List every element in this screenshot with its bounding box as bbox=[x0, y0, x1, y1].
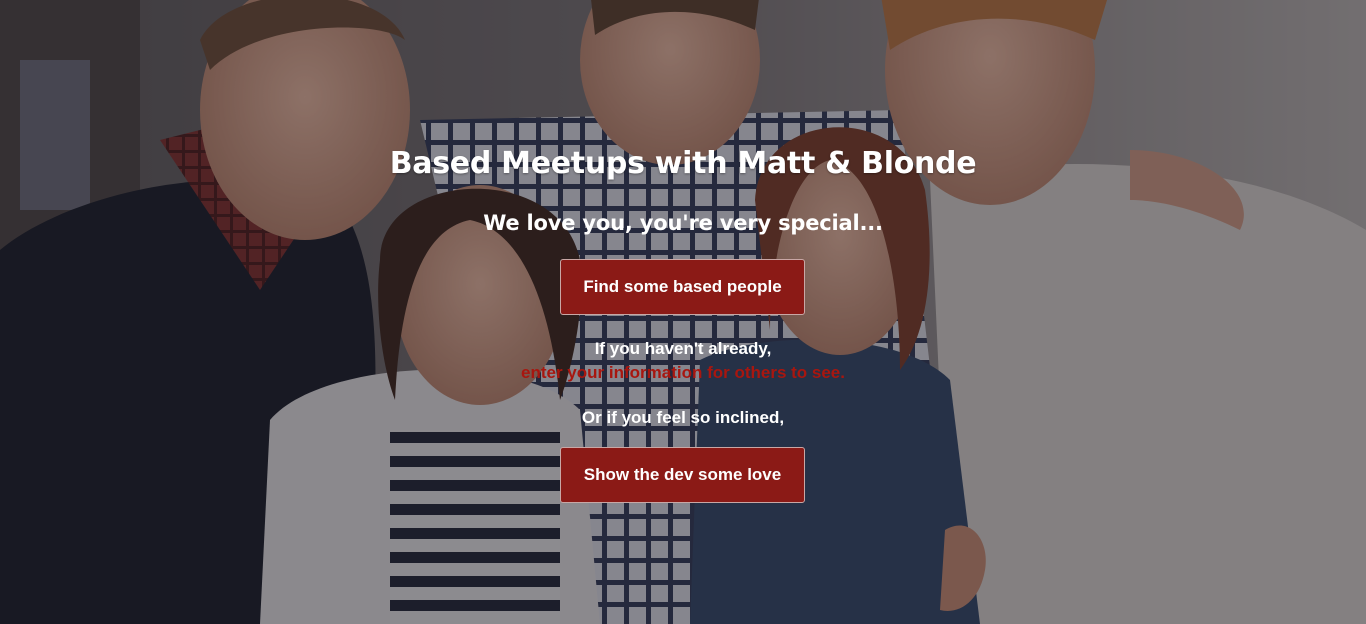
already-text: If you haven't already, bbox=[594, 339, 772, 358]
show-dev-love-button[interactable]: Show the dev some love bbox=[560, 447, 805, 503]
enter-information-link[interactable]: enter your information for others to see… bbox=[521, 363, 845, 382]
info-link-line: enter your information for others to see… bbox=[0, 363, 1366, 383]
inclined-text: Or if you feel so inclined, bbox=[581, 408, 785, 427]
hero-section: Based Meetups with Matt & Blonde We love… bbox=[0, 0, 1366, 624]
page-title: Based Meetups with Matt & Blonde bbox=[389, 146, 977, 181]
find-people-button[interactable]: Find some based people bbox=[560, 259, 805, 315]
hero-content: Based Meetups with Matt & Blonde We love… bbox=[0, 0, 1366, 624]
page-subtitle: We love you, you're very special... bbox=[483, 211, 883, 235]
